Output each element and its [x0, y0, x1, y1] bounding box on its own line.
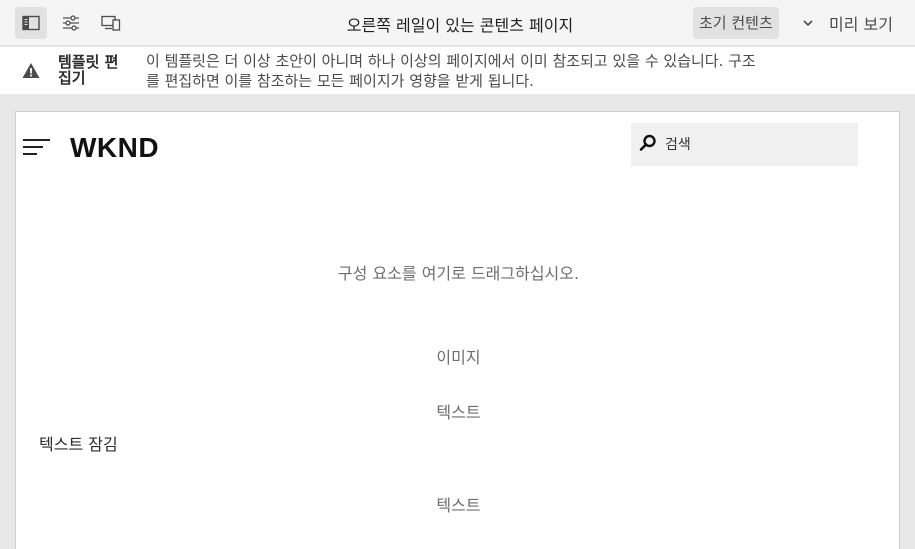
toggle-side-panel-button[interactable]: [15, 7, 47, 39]
page-title: 오른쪽 레일이 있는 콘텐츠 페이지: [346, 16, 574, 35]
mode-selector-button[interactable]: 초기 컨텐츠: [693, 7, 779, 39]
device-emulator-icon: [101, 15, 121, 31]
side-panel-icon: [22, 15, 40, 31]
locked-text-component[interactable]: 텍스트 잠김: [39, 431, 118, 455]
text-component[interactable]: 텍스트: [16, 492, 901, 516]
editor-toolbar: 오른쪽 레일이 있는 콘텐츠 페이지 초기 컨텐츠 미리 보기: [0, 0, 915, 46]
chevron-down-icon[interactable]: [800, 15, 816, 31]
search-icon: [639, 134, 656, 151]
text-component[interactable]: 텍스트: [16, 399, 901, 423]
preview-button[interactable]: 미리 보기: [829, 11, 893, 35]
alert-icon: [22, 63, 40, 78]
emulator-button[interactable]: [95, 7, 127, 39]
hamburger-menu-icon[interactable]: [23, 136, 51, 158]
search-box[interactable]: [631, 123, 858, 166]
image-component[interactable]: 이미지: [16, 344, 901, 368]
search-input[interactable]: [665, 123, 850, 166]
warning-label: 템플릿 편집기: [58, 53, 119, 87]
sliders-icon: [63, 15, 79, 31]
site-logo[interactable]: WKND: [70, 132, 159, 164]
warning-message: 이 템플릿은 더 이상 초안이 아니며 하나 이상의 페이지에서 이미 참조되고…: [146, 52, 756, 90]
drop-zone-hint[interactable]: 구성 요소를 여기로 드래그하십시오.: [16, 260, 901, 284]
template-warning-bar: 템플릿 편집기 이 템플릿은 더 이상 초안이 아니며 하나 이상의 페이지에서…: [0, 47, 915, 94]
page-properties-button[interactable]: [55, 7, 87, 39]
template-canvas: WKND 구성 요소를 여기로 드래그하십시오. 이미지 텍스트 텍스트 잠김 …: [15, 111, 900, 549]
